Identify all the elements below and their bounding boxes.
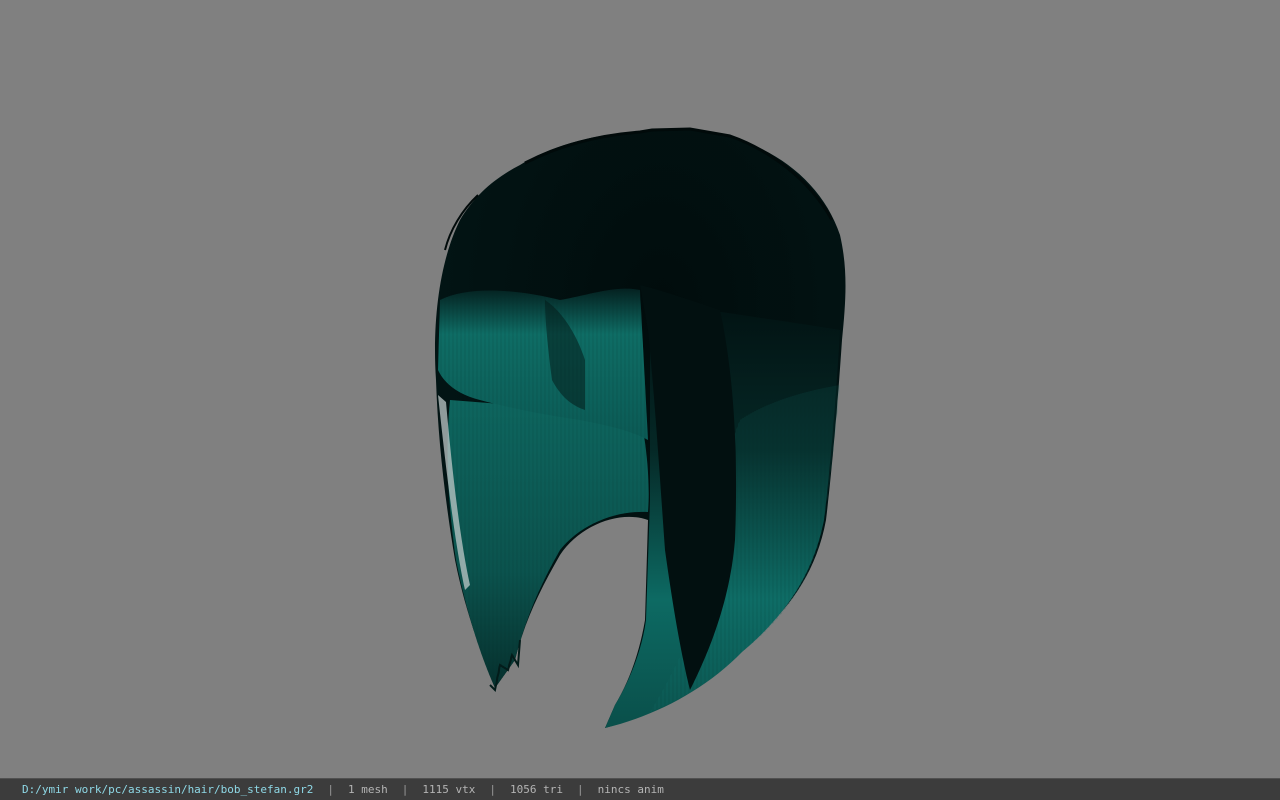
status-separator: |: [327, 783, 335, 796]
status-separator: |: [401, 783, 409, 796]
status-bar: D:/ymir work/pc/assassin/hair/bob_stefan…: [0, 778, 1280, 800]
hair-mesh-render: [435, 127, 846, 728]
mesh-count-label: 1 mesh: [348, 783, 388, 796]
status-separator: |: [577, 783, 584, 796]
vertex-count-label: 1115 vtx: [422, 783, 476, 796]
3d-viewport[interactable]: [0, 0, 1280, 778]
status-separator: |: [489, 783, 497, 796]
anim-status-label: nincs anim: [597, 783, 664, 796]
triangle-count-label: 1056 tri: [510, 783, 563, 796]
file-path-label: D:/ymir work/pc/assassin/hair/bob_stefan…: [22, 783, 314, 796]
